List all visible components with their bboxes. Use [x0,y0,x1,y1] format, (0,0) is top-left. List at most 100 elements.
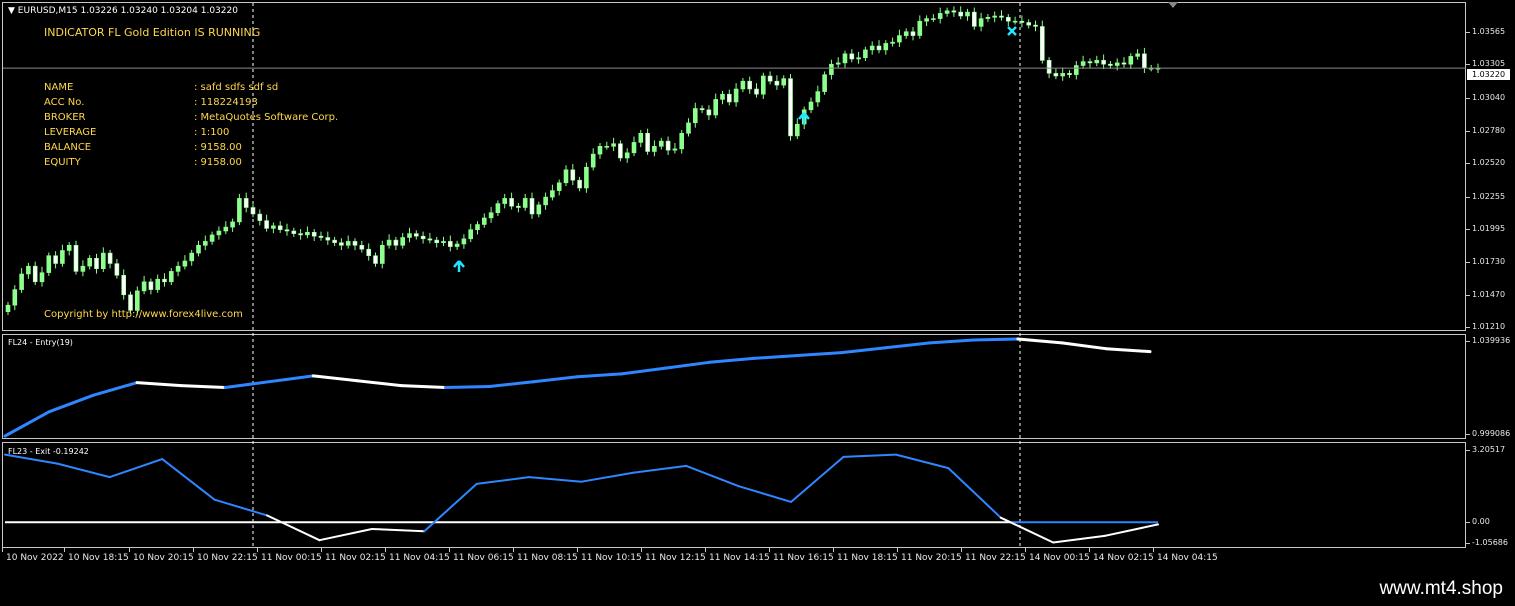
bull-candle [863,49,868,59]
entry-line-segment [532,375,579,384]
bull-candle [461,238,467,245]
exit-pane-axis: 3.20517 0.00 -1.05686 [1465,442,1515,548]
entry-line-segment [311,374,359,383]
bull-candle [5,304,11,313]
account-info-value: : 9158.00 [194,157,242,168]
bull-candle [19,273,24,290]
bull-candle [1080,61,1086,66]
time-axis-tick: 14 Nov 00:15 [1025,548,1090,563]
bull-candle [1074,65,1079,75]
bull-candle [495,203,501,214]
bear-candle [788,78,793,137]
bear-candle [706,109,712,116]
bull-candle [679,133,685,150]
entry-line-segment [576,372,623,379]
dropdown-triangle-icon[interactable]: ▼ [8,6,15,16]
bear-candle [277,225,283,231]
bear-candle [665,140,671,151]
time-axis-tick: 10 Nov 2022 [2,548,64,563]
bear-candle [434,239,440,244]
bull-candle [196,245,201,254]
bear-candle [148,281,154,290]
price-axis[interactable]: 1.03565 1.03305 1.03040 1.02780 1.02520 1.022… [1465,2,1515,331]
entry-line-segment [3,410,51,438]
time-axis-tick: 11 Nov 06:15 [449,548,514,563]
exit-line-segment [1052,534,1107,544]
bull-candle [39,272,45,283]
entry-line-segment [708,356,756,364]
account-info-value: : 1:100 [194,127,230,138]
bear-candle [114,263,120,276]
bull-candle [842,53,848,64]
site-watermark: www.mt4.shop [1379,578,1503,599]
exit-line-segment [266,514,321,542]
bear-candle [243,198,249,208]
bear-candle [352,241,358,246]
bull-candle [829,63,834,75]
bear-candle [339,242,344,246]
bear-candle [366,248,372,256]
entry-line-segment [267,374,315,384]
entry-axis-tick: 0.999086 [1465,429,1511,438]
buy-arrow-icon [798,112,810,124]
bull-candle [1012,20,1018,23]
bull-candle [897,35,902,43]
bull-candle [475,224,480,230]
bull-candle [965,11,970,17]
bull-candle [12,289,18,306]
bear-candle [774,80,780,86]
bull-candle [584,166,589,189]
bull-candle [720,93,725,100]
bear-candle [509,198,514,207]
bear-candle [570,169,576,181]
bull-candle [26,265,31,275]
entry-line-segment [796,351,844,357]
entry-line-segment [399,384,447,389]
bull-candle [638,133,644,143]
bull-candle [522,198,528,208]
bear-candle [1121,62,1127,65]
bear-candle [1005,16,1011,22]
bear-candle [298,233,303,236]
bear-candle [447,241,453,247]
bear-candle [1142,53,1147,69]
bull-candle [101,252,106,270]
price-axis-tick: 1.01995 [1465,224,1506,233]
entry-line-segment [47,393,95,414]
price-axis-tick: 1.03040 [1465,93,1506,102]
bear-candle [1101,59,1106,65]
exit-line-segment [790,455,845,503]
bear-candle [94,257,99,269]
exit-line-segment [632,464,688,474]
time-axis-tick: 11 Nov 18:15 [833,548,898,563]
bull-candle [203,241,208,246]
bull-candle [692,108,698,124]
bull-candle [611,143,616,147]
time-axis-tick: 11 Nov 02:15 [321,548,386,563]
bear-candle [107,252,113,264]
price-axis-tick: 1.02780 [1465,126,1506,135]
price-axis-tick: 1.01470 [1465,290,1506,299]
bull-candle [924,18,929,22]
bear-candle [1040,26,1045,61]
exit-line-segment [947,467,1002,519]
bull-candle [155,278,160,290]
bear-candle [121,274,126,296]
bull-candle [590,153,596,168]
price-axis-tick: 1.03305 [1465,59,1506,68]
bear-candle [529,198,535,215]
bear-candle [284,229,290,232]
bull-candle [563,169,569,184]
exit-line-segment [161,458,216,501]
bear-candle [1019,20,1025,23]
bear-candle [427,238,433,241]
exit-line-segment [318,528,373,542]
bear-candle [754,88,759,95]
time-axis-tick: 10 Nov 18:15 [64,548,129,563]
entry-line-segment [1104,347,1152,354]
bull-candle [624,152,630,159]
account-info-key: EQUITY [44,157,81,168]
buy-arrow-icon [453,260,465,272]
bear-candle [1108,63,1113,66]
bear-candle [958,11,964,17]
